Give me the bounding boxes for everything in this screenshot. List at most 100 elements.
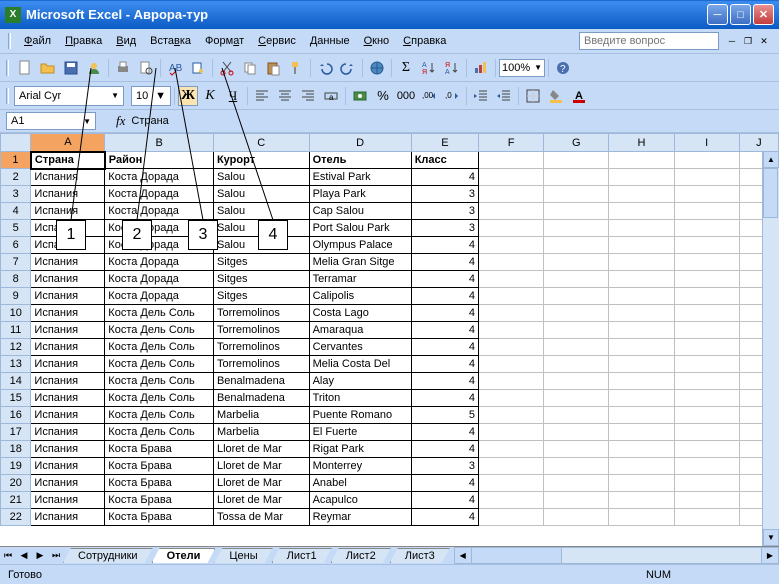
cell[interactable]: Коста Брава: [105, 458, 214, 475]
cell[interactable]: Коста Дорада: [105, 169, 214, 186]
cell[interactable]: Испания: [31, 458, 105, 475]
cell[interactable]: 4: [411, 237, 478, 254]
cell[interactable]: Испания: [31, 475, 105, 492]
print-button[interactable]: [112, 57, 134, 79]
cell[interactable]: [609, 407, 674, 424]
cell[interactable]: [544, 169, 609, 186]
fx-icon[interactable]: fx: [116, 113, 125, 129]
cell[interactable]: 4: [411, 254, 478, 271]
sort-asc-button[interactable]: АЯ: [418, 57, 440, 79]
col-header-B[interactable]: B: [105, 134, 214, 152]
cell[interactable]: Melia Costa Del: [309, 356, 411, 373]
cell[interactable]: Torremolinos: [213, 356, 309, 373]
cell[interactable]: [609, 424, 674, 441]
cell[interactable]: [544, 152, 609, 169]
col-header-I[interactable]: I: [674, 134, 739, 152]
tab-nav-first[interactable]: ⏮: [0, 548, 16, 564]
cell[interactable]: [479, 475, 544, 492]
fill-color-button[interactable]: [545, 85, 567, 107]
col-header-G[interactable]: G: [544, 134, 609, 152]
toolbar-handle[interactable]: [8, 33, 11, 49]
cell[interactable]: Benalmadena: [213, 390, 309, 407]
cell[interactable]: [479, 441, 544, 458]
cell[interactable]: [609, 322, 674, 339]
row-header-17[interactable]: 17: [1, 424, 31, 441]
sheet-tab-Сотрудники[interactable]: Сотрудники: [63, 548, 153, 563]
col-header-J[interactable]: J: [739, 134, 778, 152]
cell[interactable]: Torremolinos: [213, 339, 309, 356]
row-header-22[interactable]: 22: [1, 509, 31, 526]
cell[interactable]: Lloret de Mar: [213, 492, 309, 509]
help-search-input[interactable]: [579, 32, 719, 50]
cell[interactable]: [479, 220, 544, 237]
cell[interactable]: [544, 475, 609, 492]
cell[interactable]: [544, 458, 609, 475]
menu-справка[interactable]: Справка: [396, 33, 453, 49]
percent-button[interactable]: %: [372, 85, 394, 107]
cell[interactable]: [674, 322, 739, 339]
row-header-19[interactable]: 19: [1, 458, 31, 475]
cell[interactable]: 3: [411, 203, 478, 220]
cell[interactable]: [609, 492, 674, 509]
font-size-combobox[interactable]: 10▼: [131, 86, 171, 106]
menu-вставка[interactable]: Вставка: [143, 33, 198, 49]
cell[interactable]: [544, 186, 609, 203]
cell[interactable]: Tossa de Mar: [213, 509, 309, 526]
cell[interactable]: [674, 407, 739, 424]
row-header-9[interactable]: 9: [1, 288, 31, 305]
menu-сервис[interactable]: Сервис: [251, 33, 303, 49]
cell[interactable]: Salou: [213, 203, 309, 220]
cell[interactable]: [479, 356, 544, 373]
cell[interactable]: 4: [411, 475, 478, 492]
cell[interactable]: [609, 288, 674, 305]
cell[interactable]: [544, 492, 609, 509]
row-header-11[interactable]: 11: [1, 322, 31, 339]
col-header-C[interactable]: C: [213, 134, 309, 152]
increase-decimal-button[interactable]: ,00: [418, 85, 440, 107]
cell[interactable]: 4: [411, 288, 478, 305]
cell[interactable]: 4: [411, 339, 478, 356]
col-header-D[interactable]: D: [309, 134, 411, 152]
underline-button[interactable]: Ч: [222, 85, 244, 107]
cell[interactable]: Коста Дель Соль: [105, 339, 214, 356]
cell[interactable]: Коста Дорада: [105, 254, 214, 271]
cell[interactable]: [609, 339, 674, 356]
scroll-down-button[interactable]: ▼: [763, 529, 779, 546]
cell[interactable]: Sitges: [213, 288, 309, 305]
font-name-combobox[interactable]: Arial Cyr▼: [14, 86, 124, 106]
cell[interactable]: [609, 373, 674, 390]
col-header-E[interactable]: E: [411, 134, 478, 152]
cell[interactable]: [479, 339, 544, 356]
cell[interactable]: [674, 390, 739, 407]
row-header-6[interactable]: 6: [1, 237, 31, 254]
row-header-4[interactable]: 4: [1, 203, 31, 220]
cell[interactable]: [674, 220, 739, 237]
cell[interactable]: Испания: [31, 492, 105, 509]
tab-nav-last[interactable]: ⏭: [48, 548, 64, 564]
mdi-restore-button[interactable]: ❐: [741, 34, 755, 48]
cell[interactable]: [544, 203, 609, 220]
cell[interactable]: [544, 407, 609, 424]
cell[interactable]: Коста Брава: [105, 492, 214, 509]
cell[interactable]: [674, 373, 739, 390]
cell[interactable]: Melia Gran Sitge: [309, 254, 411, 271]
cell[interactable]: 4: [411, 424, 478, 441]
align-right-button[interactable]: [297, 85, 319, 107]
autosum-button[interactable]: Σ: [395, 57, 417, 79]
align-left-button[interactable]: [251, 85, 273, 107]
cell[interactable]: [544, 424, 609, 441]
cell[interactable]: 3: [411, 458, 478, 475]
cell[interactable]: Lloret de Mar: [213, 475, 309, 492]
save-button[interactable]: [60, 57, 82, 79]
name-box[interactable]: A1▼: [6, 112, 96, 130]
cell[interactable]: Amaraqua: [309, 322, 411, 339]
cell[interactable]: Monterrey: [309, 458, 411, 475]
cell[interactable]: [479, 237, 544, 254]
cell[interactable]: Коста Дорада: [105, 203, 214, 220]
cell[interactable]: [674, 271, 739, 288]
merge-center-button[interactable]: a: [320, 85, 342, 107]
cell[interactable]: Коста Дель Соль: [105, 322, 214, 339]
cell[interactable]: [674, 441, 739, 458]
cell[interactable]: Страна: [31, 152, 105, 169]
cell[interactable]: [674, 356, 739, 373]
